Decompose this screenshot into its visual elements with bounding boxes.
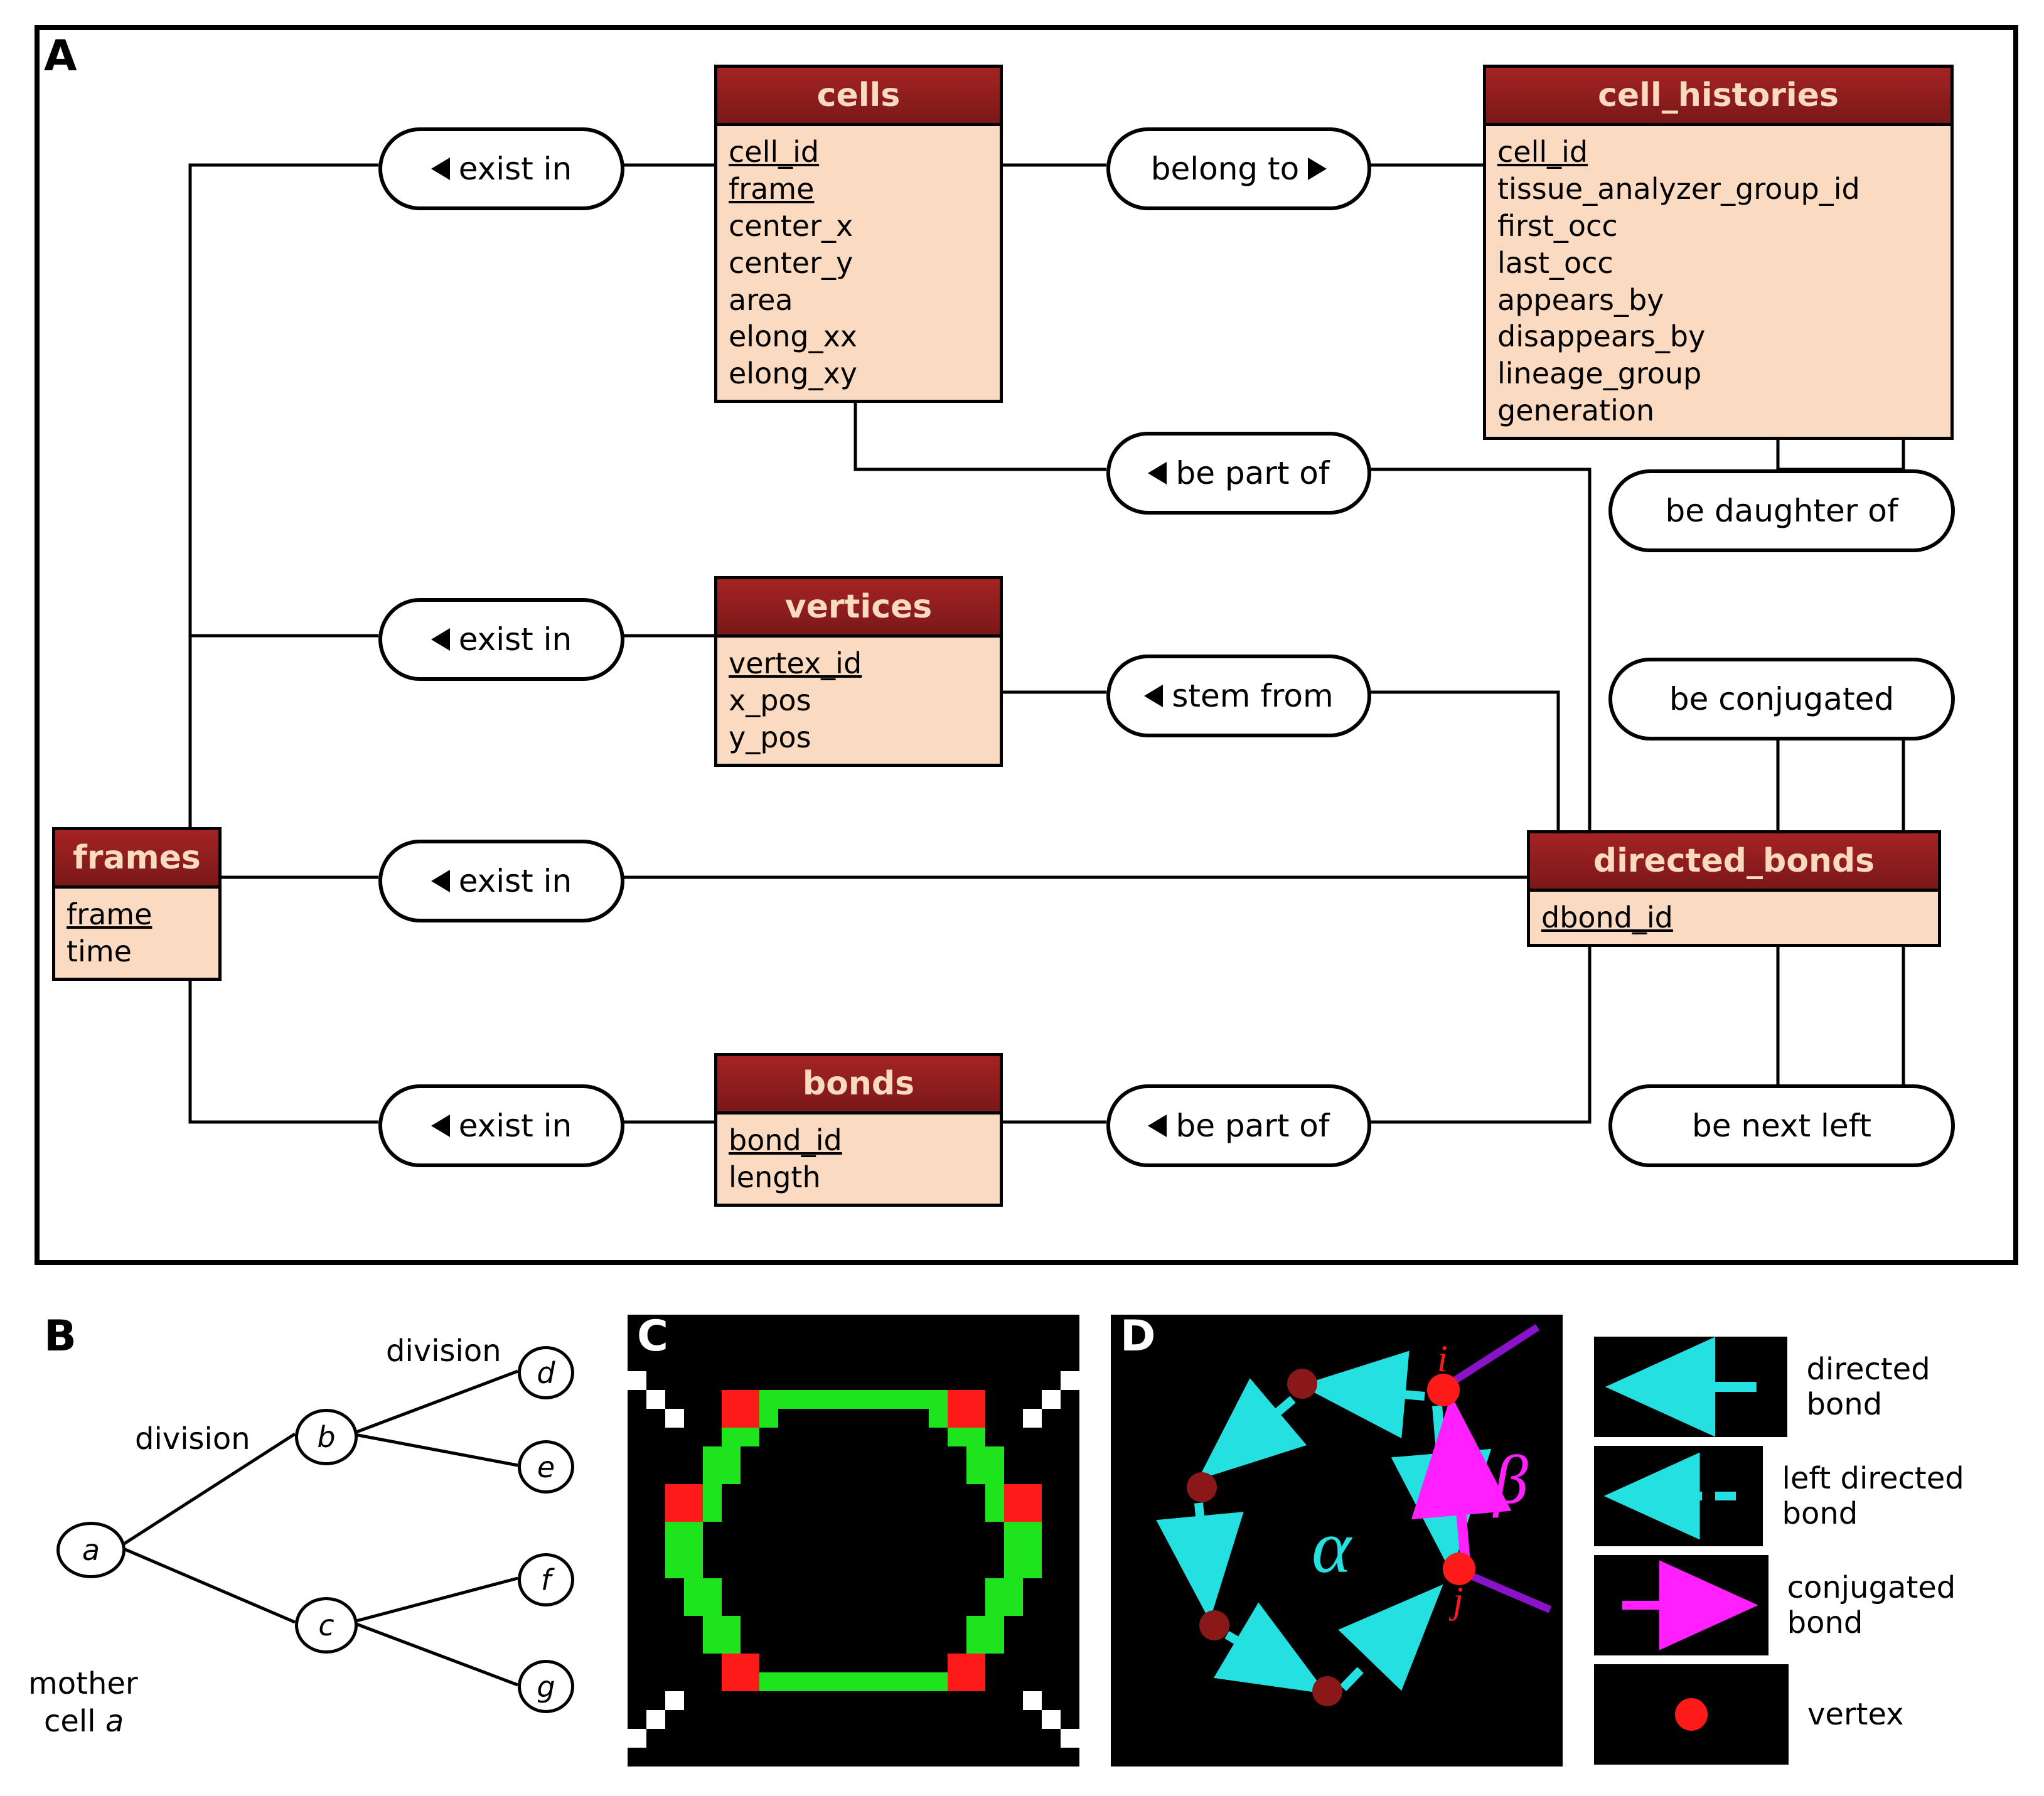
rel-be-part-of-1: be part of: [1106, 432, 1371, 515]
rel-stem-from: stem from: [1106, 655, 1371, 737]
figure: A: [0, 0, 2044, 1796]
division-label-1: division: [135, 1421, 250, 1457]
rel-be-conjugated: be conjugated: [1608, 658, 1955, 740]
table-directed-bonds-fields: dbond_id: [1530, 892, 1938, 944]
table-directed-bonds: directed_bonds dbond_id: [1527, 830, 1941, 947]
bond-schematic: α β i j: [1111, 1315, 1563, 1767]
table-bonds-fields: bond_id length: [717, 1114, 1000, 1204]
legend-directed-label: directed bond: [1806, 1352, 2015, 1422]
node-f: f: [518, 1553, 574, 1606]
table-cell-histories: cell_histories cell_id tissue_analyzer_g…: [1483, 65, 1954, 440]
j-label: j: [1448, 1580, 1463, 1621]
legend-row-conj: conjugated bond: [1594, 1555, 2015, 1655]
table-cells-fields: cell_id frame center_x center_y area elo…: [717, 126, 1000, 400]
alpha-label: α: [1312, 1505, 1352, 1588]
rel-be-part-of-2: be part of: [1106, 1084, 1371, 1167]
panel-b: a b c d e f g division division mother c…: [35, 1315, 599, 1767]
table-vertices-title: vertices: [717, 579, 1000, 638]
table-bonds: bonds bond_id length: [714, 1053, 1003, 1207]
node-a: a: [56, 1522, 126, 1578]
rel-be-next-left: be next left: [1608, 1084, 1955, 1167]
table-frames: frames frame time: [52, 827, 222, 981]
legend-vertex-label: vertex: [1807, 1697, 1904, 1732]
rel-belong-to: belong to: [1106, 127, 1371, 210]
rel-be-daughter-of: be daughter of: [1608, 469, 1955, 552]
node-b: b: [295, 1409, 358, 1465]
table-vertices-fields: vertex_id x_pos y_pos: [717, 638, 1000, 764]
table-frames-title: frames: [55, 830, 218, 889]
table-directed-bonds-title: directed_bonds: [1530, 833, 1938, 892]
i-label: i: [1437, 1338, 1448, 1379]
table-vertices: vertices vertex_id x_pos y_pos: [714, 576, 1003, 767]
table-cell-histories-title: cell_histories: [1486, 68, 1950, 126]
rel-exist-in-1: exist in: [378, 127, 624, 210]
table-cells-title: cells: [717, 68, 1000, 126]
legend-row-vertex: vertex: [1594, 1664, 2015, 1765]
legend-row-left: left directed bond: [1594, 1446, 2015, 1546]
node-c: c: [295, 1597, 358, 1654]
table-cells: cells cell_id frame center_x center_y ar…: [714, 65, 1003, 403]
mother-label-2: cell a: [44, 1704, 124, 1739]
legend-conj-label: conjugated bond: [1787, 1570, 2015, 1640]
rel-exist-in-4: exist in: [378, 1084, 624, 1167]
node-g: g: [518, 1660, 574, 1713]
rel-exist-in-3: exist in: [378, 840, 624, 922]
panel-c-label: C: [637, 1312, 668, 1361]
panel-a: frames frame time cells cell_id frame ce…: [35, 25, 2018, 1265]
mother-label-1: mother: [28, 1666, 138, 1701]
panel-c: [628, 1315, 1079, 1767]
node-d: d: [518, 1346, 574, 1399]
beta-label: β: [1492, 1441, 1528, 1518]
table-bonds-title: bonds: [717, 1056, 1000, 1114]
legend-row-directed: directed bond: [1594, 1337, 2015, 1437]
panel-d-label: D: [1120, 1312, 1155, 1361]
node-e: e: [518, 1440, 574, 1494]
legend-left-label: left directed bond: [1782, 1461, 2015, 1531]
rel-exist-in-2: exist in: [378, 598, 624, 681]
table-frames-fields: frame time: [55, 889, 218, 978]
panel-d: α β i j: [1111, 1315, 1563, 1767]
table-cell-histories-fields: cell_id tissue_analyzer_group_id first_o…: [1486, 126, 1950, 437]
legend: directed bond left directed bond conjuga…: [1594, 1337, 2015, 1773]
pixel-cell: [628, 1315, 1079, 1767]
division-label-2: division: [386, 1334, 501, 1369]
